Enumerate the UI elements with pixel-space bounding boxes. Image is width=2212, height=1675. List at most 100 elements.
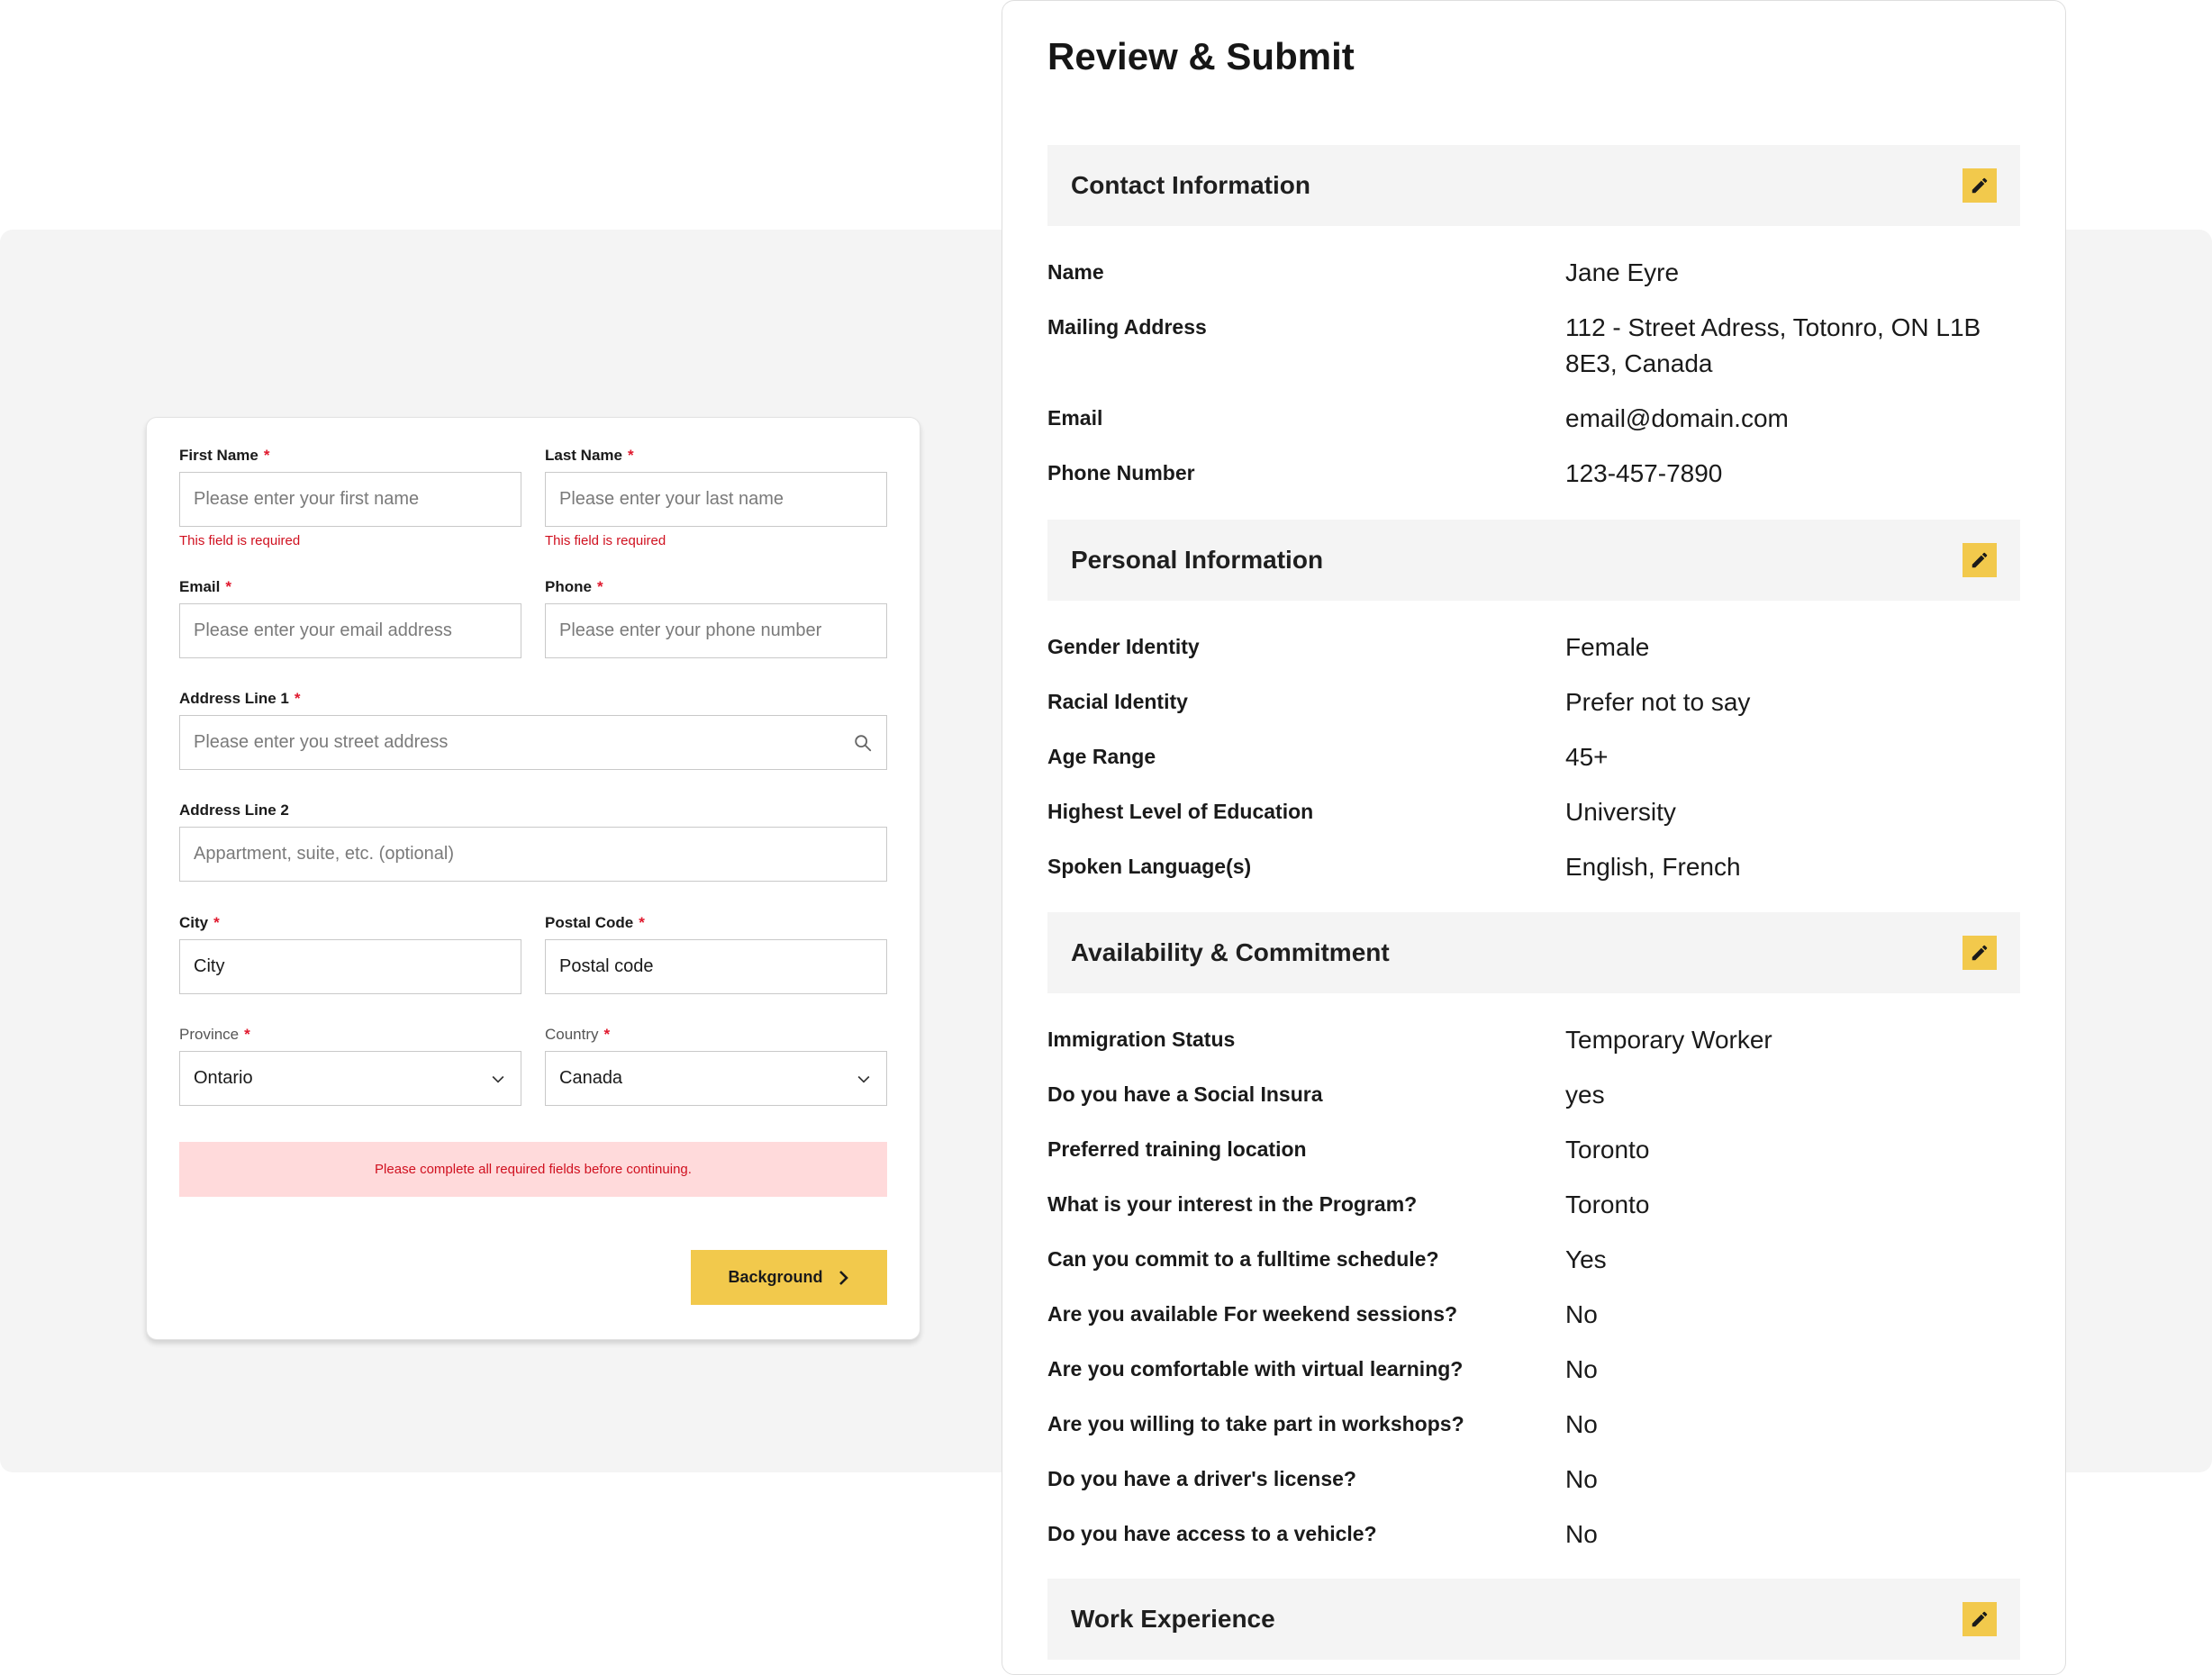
next-background-button[interactable]: Background (691, 1250, 887, 1305)
review-row-value: No (1565, 1410, 1598, 1438)
country-selected-value: Canada (559, 1068, 623, 1088)
review-row-value: Toronto (1565, 1191, 1650, 1218)
review-row-label: Do you have access to a vehicle? (1047, 1522, 1377, 1545)
address-line-2-label: Address Line 2 (179, 801, 289, 819)
review-row-label: What is your interest in the Program? (1047, 1192, 1418, 1216)
edit-personal-button[interactable] (1963, 543, 1997, 577)
required-marker: * (294, 690, 301, 707)
review-row-value: Jane Eyre (1565, 258, 1680, 286)
section-title: Availability & Commitment (1071, 938, 1390, 966)
required-marker: * (639, 914, 645, 931)
review-row-value: No (1565, 1355, 1598, 1383)
city-field: City * City (179, 912, 521, 994)
address-line-1-label: Address Line 1 (179, 690, 289, 707)
required-marker: * (596, 578, 603, 595)
address-line-1-placeholder: Please enter you street address (194, 732, 449, 752)
required-marker: * (263, 447, 270, 464)
pencil-icon (1972, 1611, 1988, 1627)
address-line-2-input[interactable]: Appartment, suite, etc. (optional) (179, 827, 887, 882)
required-marker: * (603, 1026, 611, 1043)
city-input[interactable]: City (179, 939, 521, 994)
review-row-value: English, French (1565, 853, 1741, 881)
province-field: Province * Ontario (179, 1024, 521, 1106)
review-row-value: email@domain.com (1565, 404, 1789, 432)
city-label: City (179, 914, 209, 931)
address-line-2-field: Address Line 2 Appartment, suite, etc. (… (179, 800, 887, 882)
first-name-label: First Name (179, 447, 258, 464)
section-header-work-experience: Work Experience (1047, 1579, 2020, 1660)
required-marker: * (213, 914, 220, 931)
review-row-label: Are you available For weekend sessions? (1047, 1302, 1458, 1326)
review-row-value: Female (1565, 633, 1650, 661)
section-header-personal: Personal Information (1047, 520, 2020, 601)
review-row-value: Yes (1565, 1245, 1607, 1273)
edit-work-experience-button[interactable] (1963, 1602, 1997, 1636)
email-label: Email (179, 578, 221, 595)
review-row-label: Are you comfortable with virtual learnin… (1047, 1357, 1464, 1381)
phone-field: Phone * Please enter your phone number (545, 576, 887, 658)
review-row-label: Phone Number (1047, 461, 1195, 484)
review-row-label: Name (1047, 260, 1104, 284)
first-name-field: First Name * Please enter your first name… (179, 445, 521, 548)
review-row-label: Email (1047, 406, 1103, 430)
phone-input[interactable]: Please enter your phone number (545, 603, 887, 658)
first-name-input[interactable]: Please enter your first name (179, 472, 521, 527)
review-row-value: Prefer not to say (1565, 688, 1751, 716)
address-line-1-input[interactable]: Please enter you street address (179, 715, 887, 770)
review-row-value: University (1565, 798, 1676, 826)
last-name-error: This field is required (545, 533, 666, 548)
pencil-icon (1972, 177, 1988, 194)
review-row-value: No (1565, 1300, 1598, 1328)
review-row-label: Highest Level of Education (1047, 800, 1314, 823)
review-row-value: Temporary Worker (1565, 1026, 1772, 1054)
review-row-value: No (1565, 1520, 1598, 1548)
pencil-icon (1972, 945, 1988, 961)
email-field: Email * Please enter your email address (179, 576, 521, 658)
edit-availability-button[interactable] (1963, 936, 1997, 970)
last-name-input[interactable]: Please enter your last name (545, 472, 887, 527)
review-row-value: No (1565, 1465, 1598, 1493)
address-line-1-field: Address Line 1 * Please enter you street … (179, 688, 887, 770)
review-row-label: Can you commit to a fulltime schedule? (1047, 1247, 1439, 1271)
review-row-label: Immigration Status (1047, 1028, 1236, 1051)
review-row-label: Are you willing to take part in workshop… (1047, 1412, 1464, 1435)
postal-code-label: Postal Code (545, 914, 634, 931)
chevron-down-icon (857, 1075, 870, 1083)
chevron-right-icon (839, 1270, 848, 1285)
review-row-value: 45+ (1565, 743, 1609, 771)
review-row-value: yes (1565, 1081, 1605, 1109)
last-name-label: Last Name (545, 447, 622, 464)
required-marker: * (225, 578, 231, 595)
phone-label: Phone (545, 578, 592, 595)
postal-code-input[interactable]: Postal code (545, 939, 887, 994)
required-marker: * (627, 447, 634, 464)
province-label: Province (179, 1026, 240, 1043)
chevron-down-icon (492, 1075, 504, 1083)
contact-form-card: First Name * Please enter your first name… (146, 417, 920, 1340)
review-row-value: 123-457-7890 (1565, 459, 1723, 487)
review-row-label: Age Range (1047, 745, 1156, 768)
edit-contact-button[interactable] (1963, 168, 1997, 203)
review-row-label: Preferred training location (1047, 1137, 1307, 1161)
search-icon[interactable] (853, 733, 873, 753)
postal-code-field: Postal Code * Postal code (545, 912, 887, 994)
review-row-label: Racial Identity (1047, 690, 1188, 713)
last-name-field: Last Name * Please enter your last name T… (545, 445, 887, 548)
province-select[interactable]: Ontario (179, 1051, 521, 1106)
next-button-label: Background (728, 1268, 823, 1286)
email-input[interactable]: Please enter your email address (179, 603, 521, 658)
section-header-availability: Availability & Commitment (1047, 912, 2020, 993)
section-title: Work Experience (1071, 1605, 1275, 1633)
review-panel: Review & Submit Contact Information Name… (1002, 0, 2066, 1675)
pencil-icon (1972, 552, 1988, 568)
review-row-value: Toronto (1565, 1136, 1650, 1163)
province-selected-value: Ontario (194, 1068, 253, 1088)
form-error-alert: Please complete all required fields befo… (179, 1142, 887, 1197)
section-title: Contact Information (1071, 171, 1310, 199)
review-row-label: Do you have a Social Insura (1047, 1082, 1323, 1106)
section-header-contact: Contact Information (1047, 145, 2020, 226)
country-field: Country * Canada (545, 1024, 887, 1106)
country-select[interactable]: Canada (545, 1051, 887, 1106)
section-title: Personal Information (1071, 546, 1324, 574)
review-row-label: Mailing Address (1047, 315, 1207, 339)
